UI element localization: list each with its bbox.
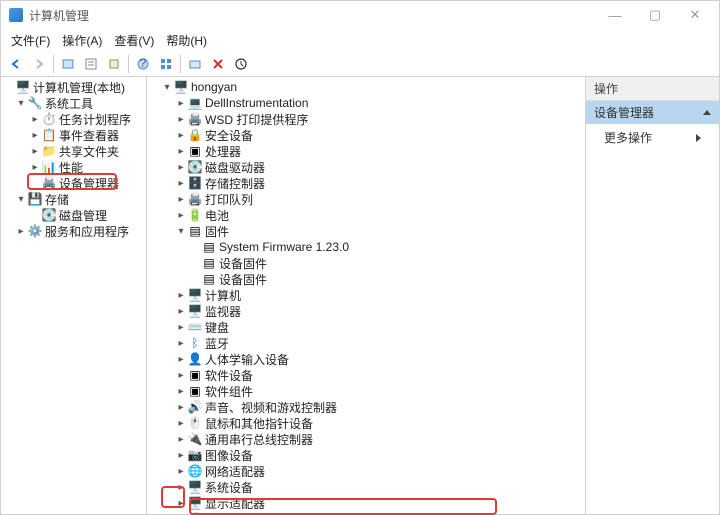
menu-file[interactable]: 文件(F)	[5, 30, 56, 51]
maximize-button[interactable]: ▢	[635, 3, 675, 27]
window-controls: — ▢ ✕	[595, 3, 715, 27]
dev-print-queue[interactable]: ▸🖨️打印队列	[147, 191, 585, 207]
dev-mouse[interactable]: ▸🖱️鼠标和其他指针设备	[147, 415, 585, 431]
actions-selected[interactable]: 设备管理器	[586, 101, 719, 124]
forward-button[interactable]	[28, 53, 50, 75]
tree-event-viewer[interactable]: ▸📋事件查看器	[1, 127, 146, 143]
view-icon[interactable]	[155, 53, 177, 75]
dev-keyboard[interactable]: ▸⌨️键盘	[147, 319, 585, 335]
export-button[interactable]	[103, 53, 125, 75]
dev-audio-io[interactable]: ▾🔊音频输入和输出	[147, 511, 585, 514]
remove-button[interactable]	[207, 53, 229, 75]
dev-usb[interactable]: ▸🔌通用串行总线控制器	[147, 431, 585, 447]
scope-button[interactable]	[57, 53, 79, 75]
collapse-icon	[703, 110, 711, 115]
tree-system-tools[interactable]: ▾🔧系统工具	[1, 95, 146, 111]
dev-bluetooth[interactable]: ▸ᛒ蓝牙	[147, 335, 585, 351]
tree-disk-mgmt[interactable]: 💽磁盘管理	[1, 207, 146, 223]
dev-storage-ctrl[interactable]: ▸🗄️存储控制器	[147, 175, 585, 191]
refresh-button[interactable]	[230, 53, 252, 75]
main-content: 🖥️计算机管理(本地) ▾🔧系统工具 ▸⏱️任务计划程序 ▸📋事件查看器 ▸📁共…	[1, 77, 719, 514]
menu-help[interactable]: 帮助(H)	[160, 30, 213, 51]
dev-fw3[interactable]: ▤设备固件	[147, 271, 585, 287]
dev-firmware[interactable]: ▾▤固件	[147, 223, 585, 239]
dev-dell[interactable]: ▸💻DellInstrumentation	[147, 95, 585, 111]
minimize-button[interactable]: —	[595, 3, 635, 27]
menu-action[interactable]: 操作(A)	[56, 30, 108, 51]
dev-sw-comp[interactable]: ▸▣软件组件	[147, 383, 585, 399]
dev-security[interactable]: ▸🔒安全设备	[147, 127, 585, 143]
svg-text:?: ?	[140, 57, 147, 70]
toolbar: ?	[1, 51, 719, 77]
tree-storage[interactable]: ▾💾存储	[1, 191, 146, 207]
dev-system-dev[interactable]: ▸🖥️系统设备	[147, 479, 585, 495]
properties-button[interactable]	[80, 53, 102, 75]
dev-wsd[interactable]: ▸🖨️WSD 打印提供程序	[147, 111, 585, 127]
dev-fw2[interactable]: ▤设备固件	[147, 255, 585, 271]
tree-device-manager[interactable]: 🖨️设备管理器	[1, 175, 146, 191]
tree-shared-folders[interactable]: ▸📁共享文件夹	[1, 143, 146, 159]
dev-root[interactable]: ▾🖥️hongyan	[147, 79, 585, 95]
dev-imaging[interactable]: ▸📷图像设备	[147, 447, 585, 463]
dev-sound-game[interactable]: ▸🔊声音、视频和游戏控制器	[147, 399, 585, 415]
dev-sw-dev[interactable]: ▸▣软件设备	[147, 367, 585, 383]
app-icon	[9, 8, 23, 22]
menu-view[interactable]: 查看(V)	[108, 30, 160, 51]
close-button[interactable]: ✕	[675, 3, 715, 27]
menubar: 文件(F) 操作(A) 查看(V) 帮助(H)	[1, 29, 719, 51]
expand-icon	[696, 134, 701, 142]
actions-sel-label: 设备管理器	[594, 104, 654, 121]
dev-network[interactable]: ▸🌐网络适配器	[147, 463, 585, 479]
help-button[interactable]: ?	[132, 53, 154, 75]
titlebar: 计算机管理 — ▢ ✕	[1, 1, 719, 29]
actions-header: 操作	[586, 77, 719, 101]
window-title: 计算机管理	[29, 7, 595, 24]
back-button[interactable]	[5, 53, 27, 75]
dev-display[interactable]: ▸🖥️显示适配器	[147, 495, 585, 511]
tree-services[interactable]: ▸⚙️服务和应用程序	[1, 223, 146, 239]
dev-monitor[interactable]: ▸🖥️监视器	[147, 303, 585, 319]
dev-computer[interactable]: ▸🖥️计算机	[147, 287, 585, 303]
scan-button[interactable]	[184, 53, 206, 75]
dev-disk[interactable]: ▸💽磁盘驱动器	[147, 159, 585, 175]
more-actions[interactable]: 更多操作	[586, 124, 719, 151]
more-actions-label: 更多操作	[604, 129, 652, 146]
tree-task-scheduler[interactable]: ▸⏱️任务计划程序	[1, 111, 146, 127]
dev-fw1[interactable]: ▤System Firmware 1.23.0	[147, 239, 585, 255]
center-panel: ▾🖥️hongyan ▸💻DellInstrumentation ▸🖨️WSD …	[147, 77, 585, 514]
dev-hid[interactable]: ▸👤人体学输入设备	[147, 351, 585, 367]
actions-panel: 操作 设备管理器 更多操作	[585, 77, 719, 514]
tree-performance[interactable]: ▸📊性能	[1, 159, 146, 175]
dev-battery[interactable]: ▸🔋电池	[147, 207, 585, 223]
dev-cpu[interactable]: ▸▣处理器	[147, 143, 585, 159]
tree-root[interactable]: 🖥️计算机管理(本地)	[1, 79, 146, 95]
left-panel: 🖥️计算机管理(本地) ▾🔧系统工具 ▸⏱️任务计划程序 ▸📋事件查看器 ▸📁共…	[1, 77, 147, 514]
